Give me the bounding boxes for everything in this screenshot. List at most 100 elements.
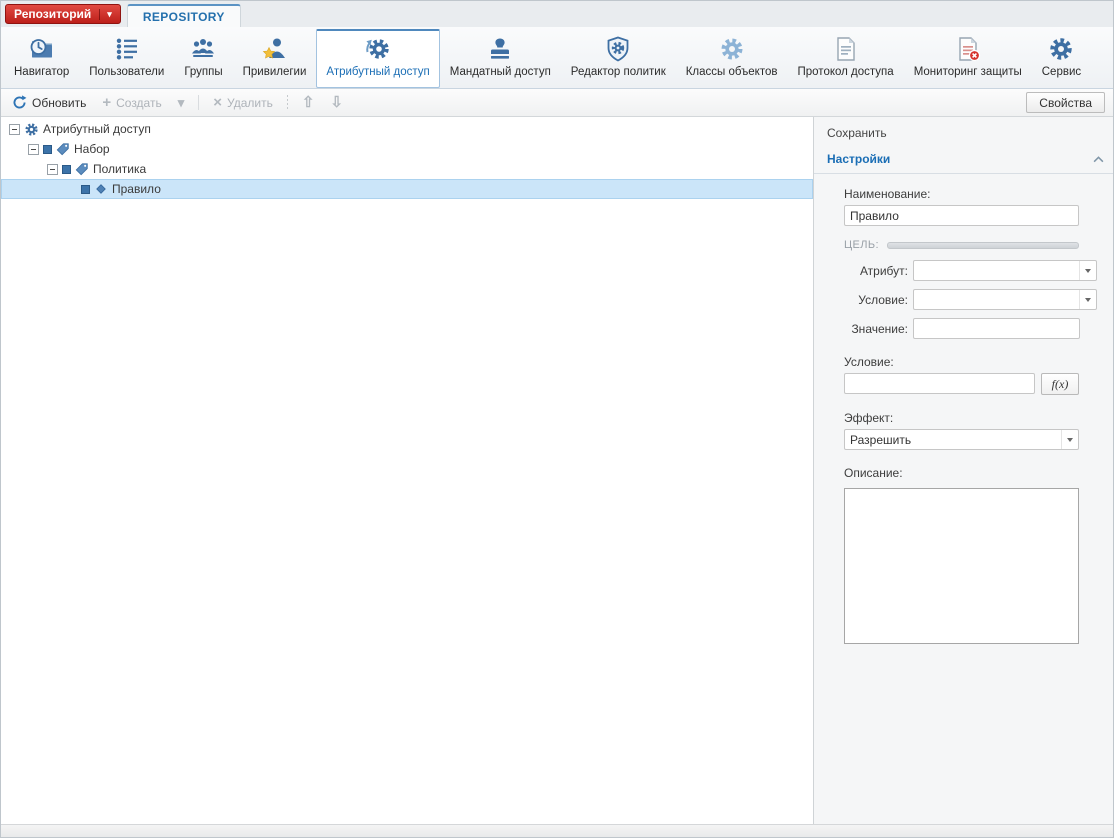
target-label: ЦЕЛЬ: (844, 239, 879, 251)
value-input[interactable] (914, 319, 1079, 338)
navigator-icon (29, 35, 55, 63)
policy-editor-icon (605, 35, 631, 63)
ribbon-tab-label: Атрибутный доступ (326, 66, 429, 78)
groups-icon (190, 35, 216, 63)
tree-toolbar: Обновить + Создать ▾ × Удалить ⇧ ⇩ Свойс… (1, 89, 1113, 117)
tree-node-label: Правило (112, 182, 161, 196)
status-bar (1, 824, 1113, 837)
ribbon-tab-privileges[interactable]: Привилегии (233, 29, 317, 88)
ribbon-tab-label: Мониторинг защиты (914, 66, 1022, 78)
repository-menu-label: Репозиторий (14, 7, 91, 21)
mandatory-access-icon (487, 35, 513, 63)
settings-section-header[interactable]: Настройки (814, 148, 1113, 174)
condition-label: Условие: (844, 293, 908, 307)
ribbon-tab-label: Навигатор (14, 66, 69, 78)
ribbon-tab-policy-editor[interactable]: Редактор политик (561, 29, 676, 88)
caret-down-icon: ▾ (99, 9, 112, 20)
delete-button[interactable]: × Удалить (208, 93, 278, 112)
access-protocol-icon (833, 35, 859, 63)
ribbon-tab-users[interactable]: Пользователи (79, 29, 174, 88)
refresh-icon (12, 95, 27, 110)
ribbon-tab-attribute-access[interactable]: Атрибутный доступ (316, 29, 439, 88)
attribute-access-node-icon (24, 122, 39, 137)
node-checkbox[interactable] (62, 165, 71, 174)
move-up-button[interactable]: ⇧ (297, 93, 320, 112)
ribbon-tab-access-protocol[interactable]: Протокол доступа (788, 29, 904, 88)
condition-combo[interactable] (913, 289, 1097, 310)
save-button[interactable]: Сохранить (827, 126, 887, 140)
name-label: Наименование: (844, 187, 1079, 201)
tree-node-policy[interactable]: Политика (1, 159, 813, 179)
condition-expression-input[interactable] (844, 373, 1035, 394)
create-button[interactable]: + Создать (97, 93, 166, 112)
description-textarea[interactable] (844, 488, 1079, 644)
node-checkbox[interactable] (43, 145, 52, 154)
application-window: Репозиторий ▾ REPOSITORY Навигатор (0, 0, 1114, 838)
ribbon-tab-protection-monitoring[interactable]: Мониторинг защиты (904, 29, 1032, 88)
object-classes-icon (719, 35, 745, 63)
ribbon-tab-groups[interactable]: Группы (174, 29, 232, 88)
value-field[interactable] (913, 318, 1080, 339)
tab-repository[interactable]: REPOSITORY (127, 4, 241, 27)
attribute-combo-input[interactable] (914, 261, 1079, 280)
ribbon-tab-label: Пользователи (89, 66, 164, 78)
ribbon-tab-label: Группы (184, 66, 222, 78)
value-label: Значение: (844, 322, 908, 336)
description-label: Описание: (844, 466, 1079, 480)
target-divider-bar (887, 242, 1079, 249)
delete-label: Удалить (227, 96, 273, 110)
tree-node-label: Политика (93, 162, 146, 176)
fx-button[interactable]: f(x) (1041, 373, 1079, 395)
toolbar-separator (287, 95, 288, 110)
section-title: Настройки (827, 152, 890, 166)
ribbon-tab-label: Классы объектов (686, 66, 778, 78)
tree-node-label: Атрибутный доступ (43, 122, 151, 136)
condition-combo-input[interactable] (914, 290, 1079, 309)
name-input[interactable] (844, 205, 1079, 226)
properties-toggle-button[interactable]: Свойства (1026, 92, 1105, 113)
title-tab-strip: Репозиторий ▾ REPOSITORY (1, 1, 1113, 27)
refresh-button[interactable]: Обновить (7, 93, 91, 112)
create-label: Создать (116, 96, 162, 110)
collapse-expander-icon[interactable] (47, 164, 58, 175)
diamond-icon (94, 182, 108, 196)
condition-expression-label: Условие: (844, 355, 1079, 369)
properties-toolbar: Сохранить (814, 117, 1113, 148)
tag-icon (75, 162, 89, 176)
ribbon-tab-service[interactable]: Сервис (1032, 29, 1091, 88)
repository-menu-button[interactable]: Репозиторий ▾ (5, 4, 121, 24)
service-icon (1048, 35, 1074, 63)
rule-settings-form: Наименование: ЦЕЛЬ: Атрибут: Условие: (814, 174, 1113, 647)
condition-expression-row: f(x) (844, 373, 1079, 395)
attribute-combo[interactable] (913, 260, 1097, 281)
collapse-expander-icon[interactable] (28, 144, 39, 155)
arrow-down-icon: ⇩ (330, 95, 343, 110)
node-checkbox[interactable] (81, 185, 90, 194)
ribbon-tab-object-classes[interactable]: Классы объектов (676, 29, 788, 88)
ribbon-tab-mandatory-access[interactable]: Мандатный доступ (440, 29, 561, 88)
protection-monitoring-icon (955, 35, 981, 63)
properties-panel: Сохранить Настройки Наименование: ЦЕЛЬ: (814, 117, 1113, 824)
effect-combo[interactable] (844, 429, 1079, 450)
create-dropdown-button[interactable]: ▾ (173, 94, 190, 111)
caret-down-icon: ▾ (178, 96, 185, 109)
ribbon-tab-navigator[interactable]: Навигатор (4, 29, 79, 88)
effect-combo-input[interactable] (845, 430, 1061, 449)
plus-icon: + (102, 95, 111, 110)
combo-arrow-icon[interactable] (1079, 290, 1096, 309)
attribute-field-row: Атрибут: (844, 260, 1079, 281)
combo-arrow-icon[interactable] (1061, 430, 1078, 449)
tree-node-attribute-access[interactable]: Атрибутный доступ (1, 119, 813, 139)
attribute-label: Атрибут: (844, 264, 908, 278)
tree-node-set[interactable]: Набор (1, 139, 813, 159)
users-icon (114, 35, 140, 63)
arrow-up-icon: ⇧ (302, 95, 315, 110)
tag-icon (56, 142, 70, 156)
attribute-access-icon (365, 35, 391, 63)
tree-node-rule[interactable]: Правило (1, 179, 813, 199)
condition-field-row: Условие: (844, 289, 1079, 310)
collapse-expander-icon[interactable] (9, 124, 20, 135)
ribbon-tab-label: Редактор политик (571, 66, 666, 78)
move-down-button[interactable]: ⇩ (325, 93, 348, 112)
combo-arrow-icon[interactable] (1079, 261, 1096, 280)
